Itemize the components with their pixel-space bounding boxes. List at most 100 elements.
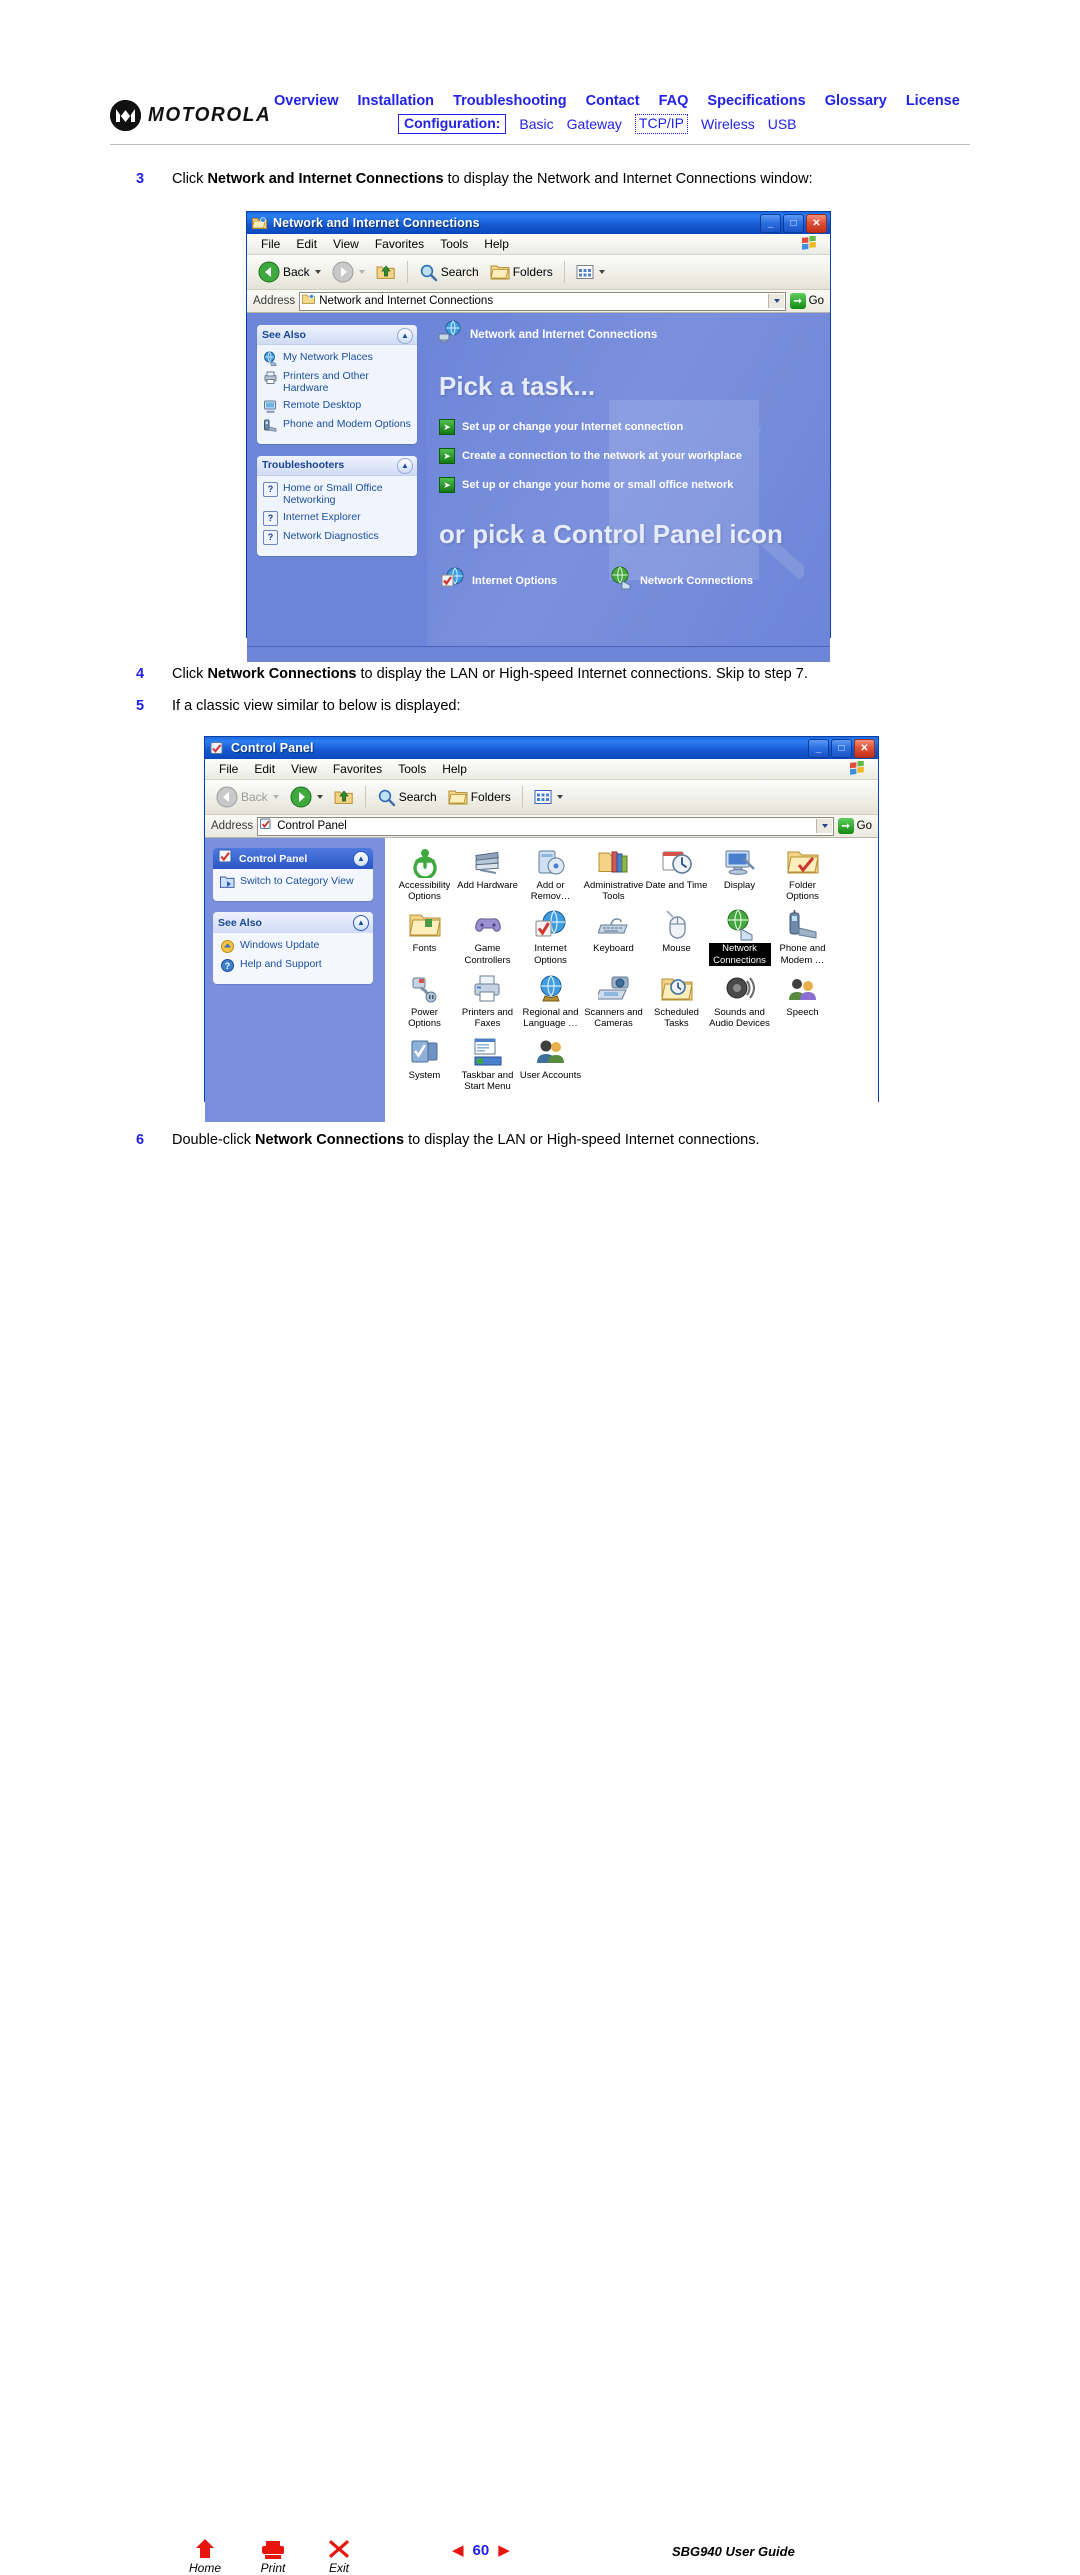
window1-folders-button[interactable]: Folders — [486, 261, 557, 283]
nav-usb[interactable]: USB — [768, 116, 797, 132]
sidebar-item-printers-other-hardware[interactable]: Printers and Other Hardware — [263, 370, 412, 395]
window1-maximize-button[interactable]: □ — [783, 214, 804, 233]
forward-dropdown-icon[interactable] — [316, 795, 323, 799]
cp-item-phone-and-modem[interactable]: Phone and Modem … — [771, 909, 834, 966]
nav-installation[interactable]: Installation — [358, 93, 435, 109]
cp-item-scheduled-tasks[interactable]: Scheduled Tasks — [645, 973, 708, 1029]
window2-up-button[interactable] — [330, 785, 358, 809]
window2-back-button[interactable]: Back — [212, 784, 283, 810]
nav-contact[interactable]: Contact — [586, 93, 640, 109]
window2-menu-tools[interactable]: Tools — [390, 762, 434, 776]
sidebar-item-switch-to-category-view[interactable]: Switch to Category View — [220, 875, 368, 890]
troubleshooters-header[interactable]: Troubleshooters ▲ — [257, 455, 417, 476]
control-panel-task-header[interactable]: Control Panel ▲ — [213, 848, 373, 869]
nav-faq[interactable]: FAQ — [659, 93, 689, 109]
window1-back-button[interactable]: Back — [254, 259, 325, 285]
window2-titlebar[interactable]: Control Panel _ □ ✕ — [205, 737, 878, 759]
window2-menu-view[interactable]: View — [283, 762, 325, 776]
cp-item-speech[interactable]: Speech — [771, 973, 834, 1029]
sidebar-item-home-small-office-networking[interactable]: ? Home or Small Office Networking — [263, 481, 412, 507]
window2-folders-button[interactable]: Folders — [444, 786, 515, 808]
window2-search-button[interactable]: Search — [373, 786, 441, 809]
nav-basic[interactable]: Basic — [519, 116, 553, 132]
shortcut-network-connections[interactable]: Network Connections — [609, 566, 753, 595]
cp-item-user-accounts[interactable]: User Accounts — [519, 1036, 582, 1092]
window2-menu-favorites[interactable]: Favorites — [325, 762, 390, 776]
cp-item-date-and-time[interactable]: Date and Time — [645, 846, 708, 902]
cp-item-regional-and-language[interactable]: Regional and Language … — [519, 973, 582, 1029]
window2-menu-help[interactable]: Help — [434, 762, 475, 776]
forward-dropdown-icon[interactable] — [358, 270, 365, 274]
cp-item-add-hardware[interactable]: Add Hardware — [456, 846, 519, 902]
window2-address-input[interactable]: Control Panel — [257, 816, 834, 836]
cp-item-network-connections[interactable]: Network Connections — [708, 909, 771, 966]
window1-menu-edit[interactable]: Edit — [288, 237, 325, 251]
sidebar-item-remote-desktop[interactable]: Remote Desktop — [263, 399, 412, 414]
nav-troubleshooting[interactable]: Troubleshooting — [453, 93, 567, 109]
window2-maximize-button[interactable]: □ — [831, 739, 852, 758]
sidebar-item-help-and-support[interactable]: ? Help and Support — [220, 958, 368, 973]
window2-menu-edit[interactable]: Edit — [246, 762, 283, 776]
print-button[interactable]: Print — [244, 2536, 302, 2575]
window1-titlebar[interactable]: Network and Internet Connections _ □ ✕ — [247, 212, 830, 234]
prev-page-arrow-icon[interactable]: ◀ — [452, 2543, 464, 2558]
nav-wireless[interactable]: Wireless — [701, 116, 755, 132]
task-setup-home-office-network[interactable]: ➤ Set up or change your home or small of… — [439, 477, 830, 493]
cp-item-mouse[interactable]: Mouse — [645, 909, 708, 965]
window1-menu-file[interactable]: File — [253, 237, 288, 251]
window2-menu-file[interactable]: File — [211, 762, 246, 776]
window2-minimize-button[interactable]: _ — [808, 739, 829, 758]
cp-item-accessibility-options[interactable]: Accessibility Options — [393, 846, 456, 902]
cp-item-add-or-remove-programs[interactable]: Add or Remov… — [519, 846, 582, 902]
window2-views-button[interactable] — [530, 787, 567, 807]
chevron-up-icon[interactable]: ▲ — [397, 327, 413, 344]
sidebar-item-windows-update[interactable]: Windows Update — [220, 939, 368, 954]
window1-close-button[interactable]: ✕ — [806, 214, 827, 233]
cp-item-printers-and-faxes[interactable]: Printers and Faxes — [456, 973, 519, 1029]
window2-forward-button[interactable] — [286, 784, 327, 810]
nav-gateway[interactable]: Gateway — [567, 116, 622, 132]
chevron-up-icon[interactable]: ▲ — [397, 458, 413, 475]
window1-menu-help[interactable]: Help — [476, 237, 517, 251]
nav-glossary[interactable]: Glossary — [825, 93, 887, 109]
home-button[interactable]: Home — [176, 2536, 234, 2575]
cp-item-power-options[interactable]: Power Options — [393, 973, 456, 1029]
views-dropdown-icon[interactable] — [556, 795, 563, 799]
window1-forward-button[interactable] — [328, 259, 369, 285]
back-dropdown-icon[interactable] — [314, 270, 321, 274]
window1-views-button[interactable] — [572, 262, 609, 282]
cp-item-display[interactable]: Display — [708, 846, 771, 902]
nav-specifications[interactable]: Specifications — [707, 93, 805, 109]
cp-item-taskbar-and-start-menu[interactable]: Taskbar and Start Menu — [456, 1036, 519, 1092]
cp-item-administrative-tools[interactable]: Administrative Tools — [582, 846, 645, 902]
chevron-up-icon[interactable]: ▲ — [353, 915, 369, 931]
see-also-header[interactable]: See Also ▲ — [257, 325, 417, 345]
sidebar-item-network-diagnostics[interactable]: ? Network Diagnostics — [263, 529, 412, 545]
nav-overview[interactable]: Overview — [274, 93, 339, 109]
cp-item-sounds-and-audio-devices[interactable]: Sounds and Audio Devices — [708, 973, 771, 1029]
cp-item-system[interactable]: System — [393, 1036, 456, 1092]
window1-menu-favorites[interactable]: Favorites — [367, 237, 432, 251]
exit-button[interactable]: Exit — [310, 2536, 368, 2575]
task-create-workplace-connection[interactable]: ➤ Create a connection to the network at … — [439, 448, 830, 464]
window2-go-button[interactable]: ➞ Go — [837, 818, 875, 834]
sidebar-item-phone-modem-options[interactable]: Phone and Modem Options — [263, 418, 412, 433]
sidebar-item-my-network-places[interactable]: My Network Places — [263, 351, 412, 366]
address-dropdown-icon[interactable] — [815, 818, 832, 833]
chevron-up-icon[interactable]: ▲ — [353, 851, 369, 867]
nav-tcpip[interactable]: TCP/IP — [634, 114, 689, 134]
cp-item-game-controllers[interactable]: Game Controllers — [456, 909, 519, 966]
see-also-header-2[interactable]: See Also ▲ — [213, 912, 373, 933]
cp-item-fonts[interactable]: Fonts — [393, 909, 456, 965]
cp-item-keyboard[interactable]: Keyboard — [582, 909, 645, 965]
nav-license[interactable]: License — [906, 93, 960, 109]
window1-address-input[interactable]: Network and Internet Connections — [299, 291, 786, 311]
views-dropdown-icon[interactable] — [598, 270, 605, 274]
back-dropdown-icon[interactable] — [272, 795, 279, 799]
cp-item-folder-options[interactable]: Folder Options — [771, 846, 834, 902]
window1-up-button[interactable] — [372, 260, 400, 284]
window1-menu-tools[interactable]: Tools — [432, 237, 476, 251]
window1-menu-view[interactable]: View — [325, 237, 367, 251]
cp-item-scanners-and-cameras[interactable]: Scanners and Cameras — [582, 973, 645, 1029]
shortcut-internet-options[interactable]: Internet Options — [441, 566, 557, 595]
